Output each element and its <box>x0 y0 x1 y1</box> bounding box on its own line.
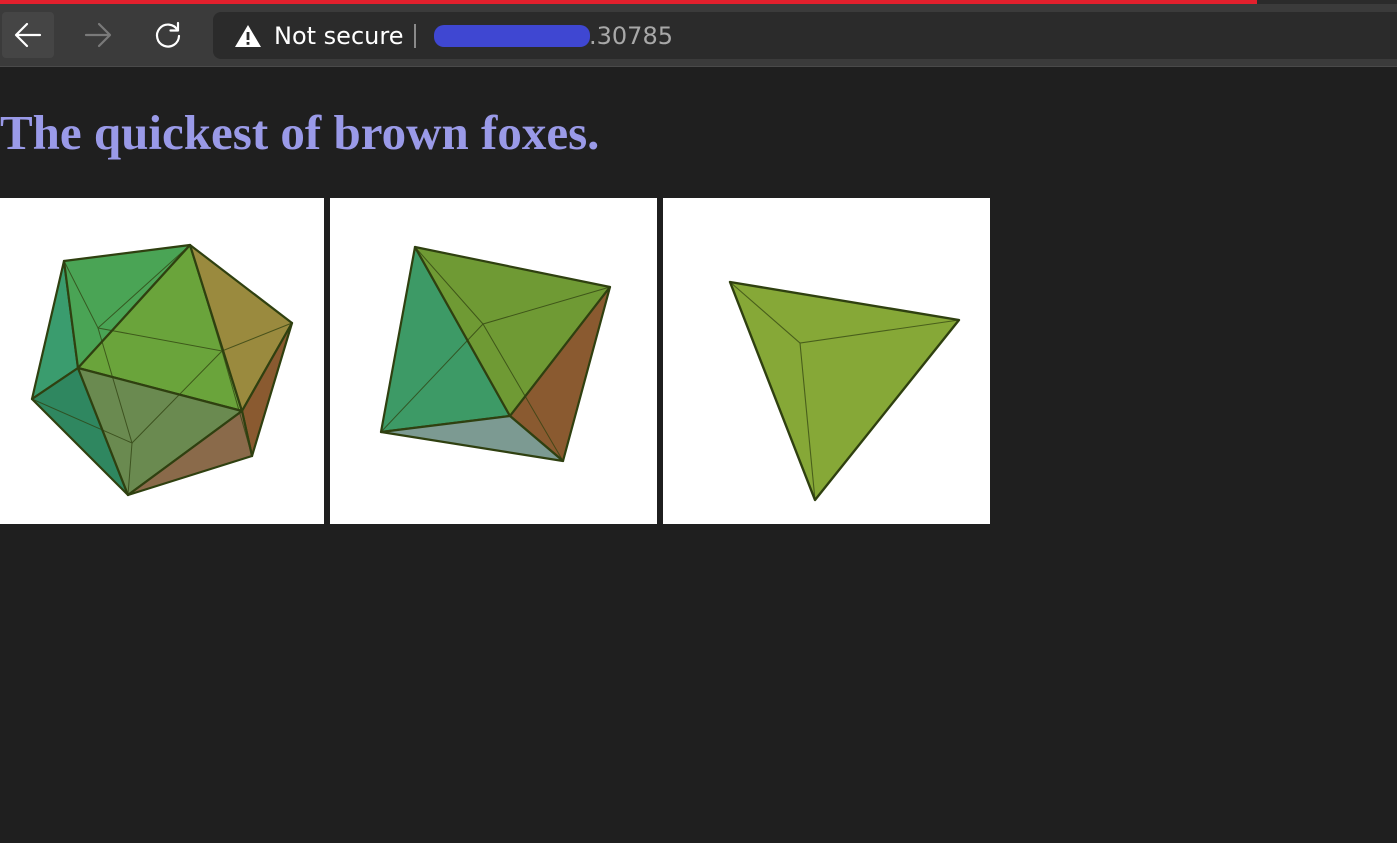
page-heading: The quickest of brown foxes. <box>0 105 600 160</box>
arrow-right-icon <box>84 22 112 48</box>
address-divider <box>414 24 416 48</box>
browser-toolbar: Not secure .30785 <box>0 4 1397 67</box>
forward-button[interactable] <box>72 12 124 58</box>
redacted-url-segment <box>434 25 590 47</box>
url-text[interactable]: .30785 <box>589 22 673 50</box>
octahedron-image <box>330 198 657 524</box>
icosahedron-image <box>0 198 324 524</box>
reload-button[interactable] <box>142 12 194 58</box>
back-button[interactable] <box>2 12 54 58</box>
tetrahedron-image <box>663 198 990 524</box>
security-status-label[interactable]: Not secure <box>274 22 403 50</box>
warning-triangle-icon <box>235 25 261 47</box>
address-bar[interactable]: Not secure .30785 <box>213 12 1397 59</box>
arrow-left-icon <box>14 22 42 48</box>
reload-icon <box>155 21 181 48</box>
